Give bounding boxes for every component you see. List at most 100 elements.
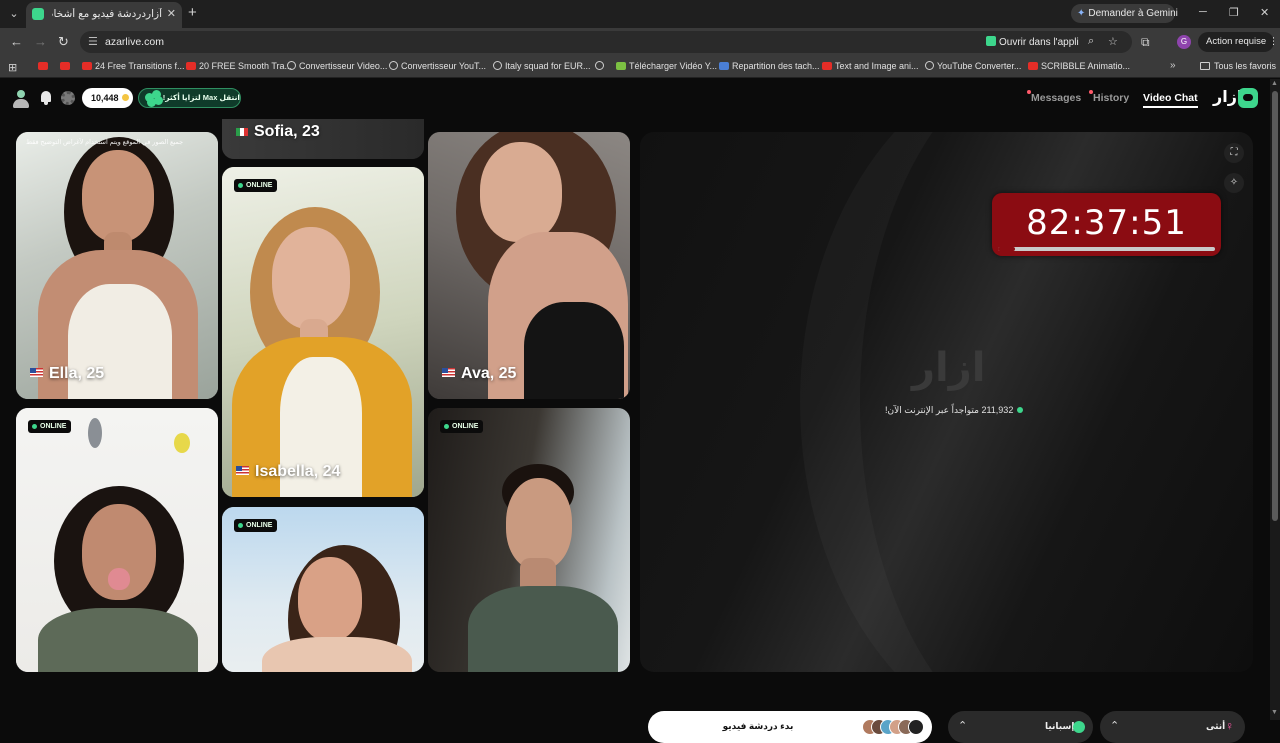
azar-favicon-icon [32,8,44,20]
globe-icon [1073,721,1085,733]
forward-icon[interactable]: → [34,35,47,49]
google-icon [287,61,296,70]
new-tab-icon[interactable]: + [188,4,197,21]
folder-icon [1200,62,1210,70]
zoom-icon[interactable]: ⌕ [1088,35,1094,48]
bookmarks-bar: ⊞ 24 Free Transitions f... 20 FREE Smoot… [0,56,1280,78]
close-window-icon[interactable]: ✕ [1260,6,1269,19]
page-scrollbar[interactable]: ▲ ▼ [1270,79,1280,720]
online-users-count: 211,932 متواجداً عبر الإنترنت الآن! [885,405,1024,416]
youtube-icon [82,62,92,70]
bookmark-item[interactable]: YouTube Converter... [925,61,1021,71]
bookmark-item[interactable]: Repartition des tach... [719,61,820,71]
all-bookmarks[interactable]: Tous les favoris [1200,61,1276,71]
tab-search-chevron-icon[interactable]: ⌄ [6,6,22,22]
open-in-app-label: Ouvrir dans l'appli [999,37,1079,48]
online-badge: ONLINE [234,519,278,532]
unread-dot-icon [1027,90,1031,94]
profile-card[interactable]: Ava, 25 [428,132,630,399]
region-selector[interactable]: ⌃ إسبانيا [948,711,1093,743]
bookmark-item[interactable]: Text and Image ani... [822,61,919,71]
italy-flag-icon [236,128,248,136]
azar-logo-icon[interactable] [1238,88,1258,108]
close-tab-icon[interactable]: ✕ [167,7,176,20]
bookmark-item[interactable]: 24 Free Transitions f... [82,61,185,71]
bookmark-item[interactable] [595,61,607,71]
apps-grid-icon[interactable]: ⊞ [8,61,17,74]
youtube-icon [38,62,48,70]
browser-tab-bar: ⌄ آزار‏دردشة فيديو مع أشخاص جدد ✕ + ✦Dem… [0,0,1280,28]
restore-icon[interactable]: ❐ [1229,6,1239,19]
scroll-down-icon[interactable]: ▼ [1271,709,1278,716]
timer-progress-fill [998,247,1016,251]
timer-text: 82:37:51 [1026,203,1187,243]
gender-label: أنثى [1206,721,1226,731]
extensions-icon[interactable]: ⧉ [1141,35,1150,49]
online-count-number: 211,932 [981,405,1014,415]
coin-balance[interactable]: 10,448 [82,88,133,108]
scrollbar-thumb[interactable] [1272,91,1278,521]
action-required-button[interactable]: Action requise ⋮ [1198,32,1278,52]
bell-icon[interactable] [40,91,52,105]
magic-wand-icon[interactable]: ✧ [1224,173,1244,193]
gemini-button[interactable]: ✦ Demander à Gemini [1071,4,1178,23]
profile-card[interactable]: ONLINE [428,408,630,672]
profile-card[interactable]: ONLINE [16,408,218,672]
minimize-icon[interactable]: ─ [1199,6,1207,18]
profile-card[interactable]: جميع الصور في الموقع ويتم استخدام لأغراض… [16,132,218,399]
profile-photo [16,132,218,399]
gemini-spark-icon: ✦ [1077,8,1086,19]
profile-name: Ella, 25 [30,365,104,383]
region-label: إسبانيا [1045,721,1075,731]
bookmark-item[interactable]: Convertisseur Video... [287,61,387,71]
settings-gear-icon[interactable] [61,91,75,105]
fullscreen-icon[interactable]: ⛶ [1224,143,1244,163]
bookmark-item[interactable]: SCRIBBLE Animatio... [1028,61,1130,71]
url-text[interactable]: azarlive.com [105,36,164,48]
profile-card[interactable]: ONLINE Isabella, 24 [222,167,424,497]
scroll-up-icon[interactable]: ▲ [1271,80,1278,87]
video-chat-panel[interactable]: ⛶ ✧ 82:37:51 ازار 211,932 متواجداً عبر ا… [640,132,1253,672]
globe-icon [925,61,934,70]
profile-avatar[interactable]: G [1177,35,1191,49]
profile-name: Isabella, 24 [236,463,340,481]
online-badge: ONLINE [234,179,278,192]
max-promo-button[interactable]: انتقل Max لتزايا أكثر! [138,88,241,108]
us-flag-icon [236,466,249,475]
bookmark-star-icon[interactable]: ☆ [1108,35,1118,48]
profile-card[interactable]: ONLINE [222,507,424,672]
photo-disclaimer: جميع الصور في الموقع ويتم استخدام لأغراض… [26,139,184,146]
nav-video-chat[interactable]: Video Chat [1143,92,1198,108]
nav-history[interactable]: History [1089,90,1129,104]
profile-photo [428,132,630,399]
bookmark-item[interactable]: 20 FREE Smooth Tra... [186,61,292,71]
bookmark-item[interactable]: Convertisseur YouT... [389,61,486,71]
reload-icon[interactable]: ↻ [58,35,69,49]
back-icon[interactable]: ← [10,35,23,49]
chevron-up-icon: ⌃ [958,720,968,732]
us-flag-icon [30,368,43,377]
bookmark-item[interactable] [38,61,51,71]
profile-photo [222,167,424,497]
open-in-app-button[interactable]: Ouvrir dans l'appli [986,36,1079,48]
nav-messages[interactable]: Messages [1027,90,1081,104]
more-bookmarks-icon[interactable]: » [1170,60,1176,71]
gender-selector[interactable]: ⌃ أنثى ♀ [1100,711,1245,743]
bookmark-item[interactable]: Télécharger Vidéo Y... [616,61,717,71]
coin-icon [121,94,129,101]
site-info-icon[interactable]: ☰ [88,35,98,48]
browser-tab[interactable]: آزار‏دردشة فيديو مع أشخاص جدد ✕ [26,2,182,28]
omnibox[interactable]: ☰ azarlive.com Ouvrir dans l'appli ⌕ ☆ [80,31,1132,53]
profile-photo [428,408,630,672]
user-avatar-icon[interactable] [12,90,30,108]
globe-icon [389,61,398,70]
online-count-label: متواجداً عبر الإنترنت الآن! [885,405,979,415]
profile-name: Ava, 25 [442,365,516,383]
bookmark-item[interactable] [60,61,73,71]
bookmark-item[interactable]: Italy squad for EUR... [493,61,591,71]
online-badge: ONLINE [28,420,72,433]
profile-card[interactable]: Sofia, 23 [222,119,424,159]
globe-icon [493,61,502,70]
start-video-chat-button[interactable]: بدء دردشة فيديو [648,711,932,743]
online-badge: ONLINE [440,420,484,433]
